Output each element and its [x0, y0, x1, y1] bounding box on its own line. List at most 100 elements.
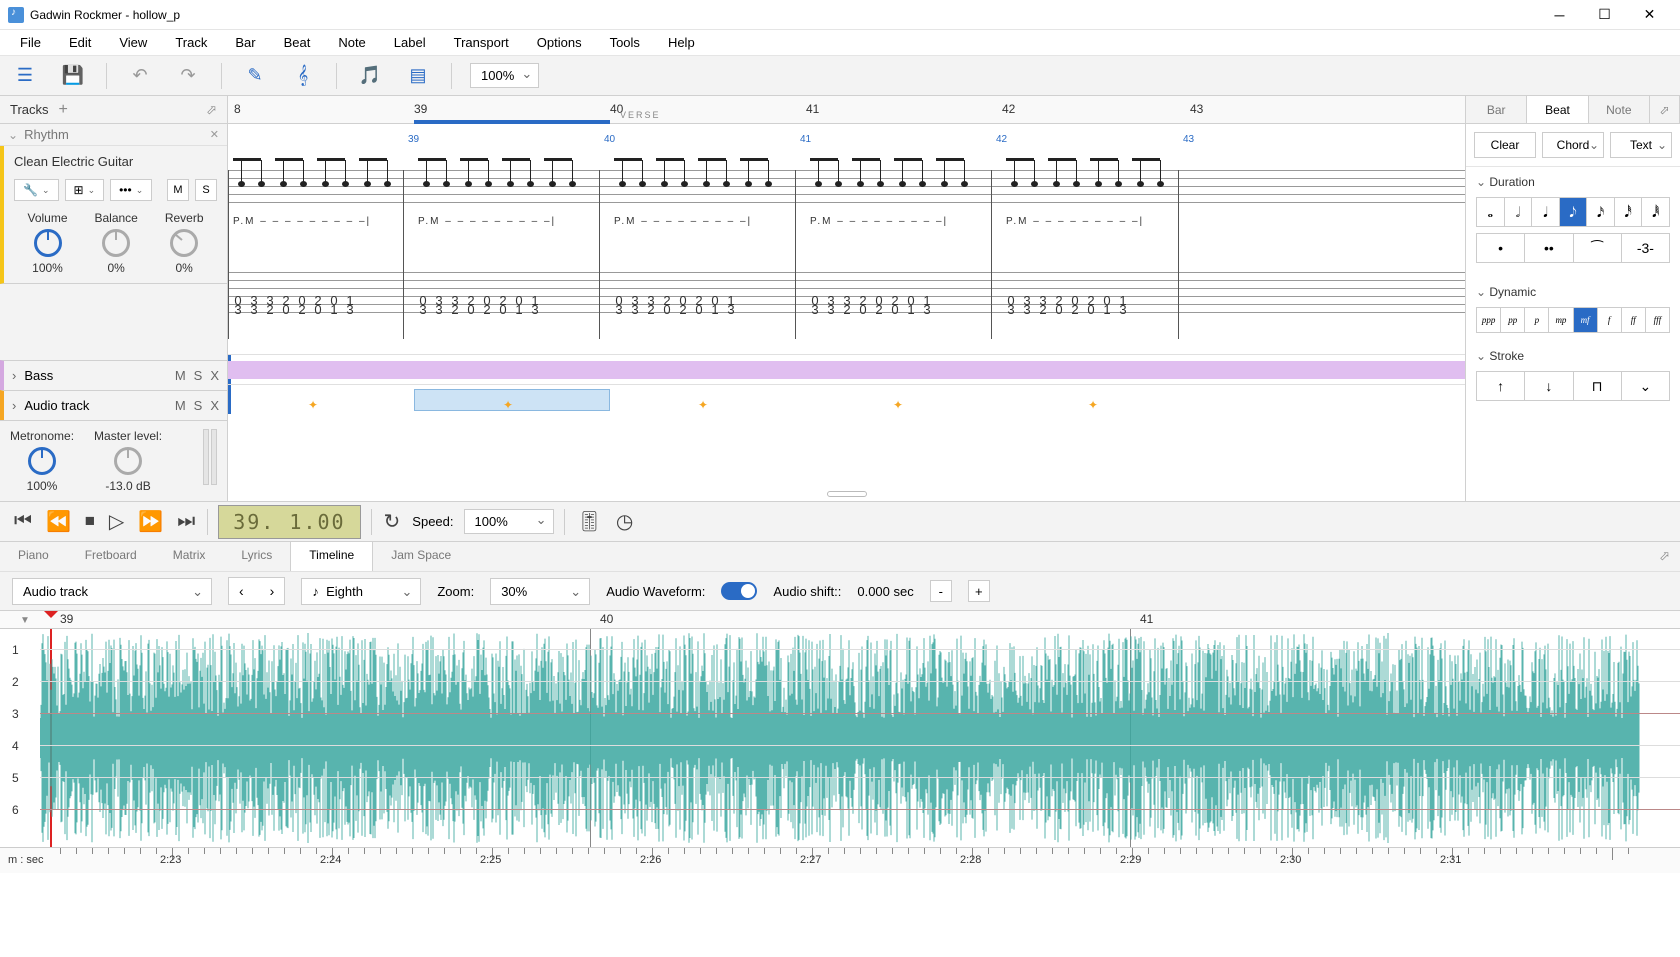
audio-strip[interactable]: [228, 384, 1465, 414]
tab-fretboard[interactable]: Fretboard: [67, 542, 155, 571]
dynamic-grid: ppp pp p mp mf f ff fff: [1476, 307, 1670, 333]
tab-piano[interactable]: Piano: [0, 542, 67, 571]
clear-button[interactable]: Clear: [1474, 132, 1536, 158]
page-icon[interactable]: ▤: [403, 61, 433, 91]
dur-dot[interactable]: •: [1477, 234, 1525, 262]
add-track-button[interactable]: +: [59, 101, 68, 119]
shift-plus[interactable]: +: [968, 580, 990, 602]
menu-track[interactable]: Track: [163, 32, 219, 53]
waveform-switch[interactable]: [721, 582, 757, 600]
mute-button[interactable]: M: [167, 179, 189, 201]
note-select[interactable]: ♪ Eighth: [301, 578, 421, 605]
menu-help[interactable]: Help: [656, 32, 707, 53]
metronome-knob[interactable]: [28, 447, 56, 475]
score-icon[interactable]: 🎵: [355, 61, 385, 91]
stroke-pick[interactable]: ⊓: [1574, 372, 1622, 400]
dur-doubledot[interactable]: ••: [1525, 234, 1573, 262]
tab-note[interactable]: Note: [1589, 96, 1650, 123]
edit-icon[interactable]: ✎: [240, 61, 270, 91]
text-button[interactable]: Text: [1610, 132, 1672, 158]
waveform-area[interactable]: ▼ 39 40 41 123456 m : sec 2:232:242:252:…: [0, 611, 1680, 891]
menu-note[interactable]: Note: [326, 32, 377, 53]
nav-arrows: ‹ ›: [228, 577, 285, 605]
expand-icon[interactable]: ⬀: [1649, 542, 1680, 571]
prev-button[interactable]: ‹: [229, 578, 254, 604]
tab-lyrics[interactable]: Lyrics: [223, 542, 290, 571]
tracks-expand-icon[interactable]: ⬀: [206, 102, 217, 118]
dur-32nd[interactable]: 𝅘𝅥𝅰: [1615, 198, 1643, 226]
speed-select[interactable]: 100%: [464, 509, 554, 534]
reverb-knob[interactable]: [170, 229, 198, 257]
track-audio[interactable]: ›Audio track MSX: [0, 390, 227, 420]
dur-triplet[interactable]: -3-: [1622, 234, 1669, 262]
stroke-up[interactable]: ↑: [1477, 372, 1525, 400]
countdown-icon[interactable]: ◷: [614, 507, 635, 536]
next-button[interactable]: ›: [260, 578, 285, 604]
stop-button[interactable]: ⏹: [83, 508, 97, 535]
track-bass[interactable]: ›Bass MSX: [0, 360, 227, 390]
dur-half[interactable]: 𝅗𝅥: [1505, 198, 1533, 226]
tab-beat[interactable]: Beat: [1527, 96, 1588, 123]
rewind-start-button[interactable]: ⏮: [12, 508, 34, 535]
forward-end-button[interactable]: ⏭: [175, 508, 197, 535]
zoom-select[interactable]: 100%: [470, 63, 539, 88]
clef-icon[interactable]: 𝄞: [288, 61, 318, 91]
close-icon[interactable]: ✕: [210, 128, 219, 141]
menu-bar[interactable]: Bar: [223, 32, 267, 53]
menu-label[interactable]: Label: [382, 32, 438, 53]
lower-tabs: Piano Fretboard Matrix Lyrics Timeline J…: [0, 541, 1680, 571]
save-icon[interactable]: 💾: [58, 61, 88, 91]
tab-matrix[interactable]: Matrix: [155, 542, 224, 571]
solo-button[interactable]: S: [195, 179, 217, 201]
menu-edit[interactable]: Edit: [57, 32, 103, 53]
tab-timeline[interactable]: Timeline: [290, 542, 373, 571]
dur-16th[interactable]: 𝅘𝅥𝅯: [1587, 198, 1615, 226]
menu-tools[interactable]: Tools: [598, 32, 652, 53]
menu-icon[interactable]: ☰: [10, 61, 40, 91]
menu-beat[interactable]: Beat: [272, 32, 323, 53]
menu-options[interactable]: Options: [525, 32, 594, 53]
menu-view[interactable]: View: [107, 32, 159, 53]
loop-button[interactable]: ↻: [382, 507, 403, 536]
track-select[interactable]: Audio track: [12, 578, 212, 605]
metronome-icon[interactable]: 🎚: [575, 507, 604, 536]
dur-tie[interactable]: ⁀: [1574, 234, 1622, 262]
redo-icon[interactable]: ↷: [173, 61, 203, 91]
menu-file[interactable]: File: [8, 32, 53, 53]
forward-button[interactable]: ⏩: [136, 507, 165, 536]
master-knob[interactable]: [114, 447, 142, 475]
tool-more[interactable]: •••: [110, 179, 152, 201]
dur-64th[interactable]: 𝅘𝅥𝅱: [1642, 198, 1669, 226]
undo-icon[interactable]: ↶: [125, 61, 155, 91]
dur-eighth[interactable]: 𝅘𝅥𝅮: [1560, 198, 1588, 226]
track-rhythm-collapsed[interactable]: Rhythm ✕: [0, 124, 227, 146]
stroke-more[interactable]: ⌄: [1622, 372, 1669, 400]
expand-icon[interactable]: ⬀: [1650, 96, 1680, 123]
dur-quarter[interactable]: 𝅘𝅥: [1532, 198, 1560, 226]
tab-jamspace[interactable]: Jam Space: [373, 542, 469, 571]
drag-handle[interactable]: [827, 491, 867, 497]
close-button[interactable]: ✕: [1627, 0, 1672, 30]
notation-area[interactable]: 39 40 41 42 43 P.M – – – – – – – – –|033…: [228, 124, 1465, 354]
maximize-button[interactable]: ☐: [1582, 0, 1627, 30]
bass-strip[interactable]: [228, 354, 1465, 384]
playhead-marker[interactable]: ▼: [20, 615, 30, 626]
play-button[interactable]: ▷: [107, 507, 126, 536]
balance-knob[interactable]: [102, 229, 130, 257]
volume-knob[interactable]: [34, 229, 62, 257]
bar-ruler[interactable]: 8 39 40 41 42 43 VERSE: [228, 96, 1465, 124]
score-area[interactable]: 8 39 40 41 42 43 VERSE 39 40 41 42 43: [228, 96, 1465, 501]
stroke-down[interactable]: ↓: [1525, 372, 1573, 400]
menu-transport[interactable]: Transport: [442, 32, 521, 53]
rewind-button[interactable]: ⏪: [44, 507, 73, 536]
shift-minus[interactable]: -: [930, 580, 952, 602]
master-row: Metronome: 100% Master level: -13.0 dB: [0, 420, 227, 501]
minimize-button[interactable]: ─: [1537, 0, 1582, 30]
zoom-select[interactable]: 30%: [490, 578, 590, 605]
tab-bar[interactable]: Bar: [1466, 96, 1527, 123]
tool-wrench[interactable]: 🔧: [14, 179, 59, 201]
dur-whole[interactable]: 𝅝: [1477, 198, 1505, 226]
tracks-panel: Tracks + ⬀ Rhythm ✕ Clean Electric Guita…: [0, 96, 228, 501]
tool-stack[interactable]: ⊞: [65, 179, 105, 201]
chord-button[interactable]: Chord: [1542, 132, 1604, 158]
